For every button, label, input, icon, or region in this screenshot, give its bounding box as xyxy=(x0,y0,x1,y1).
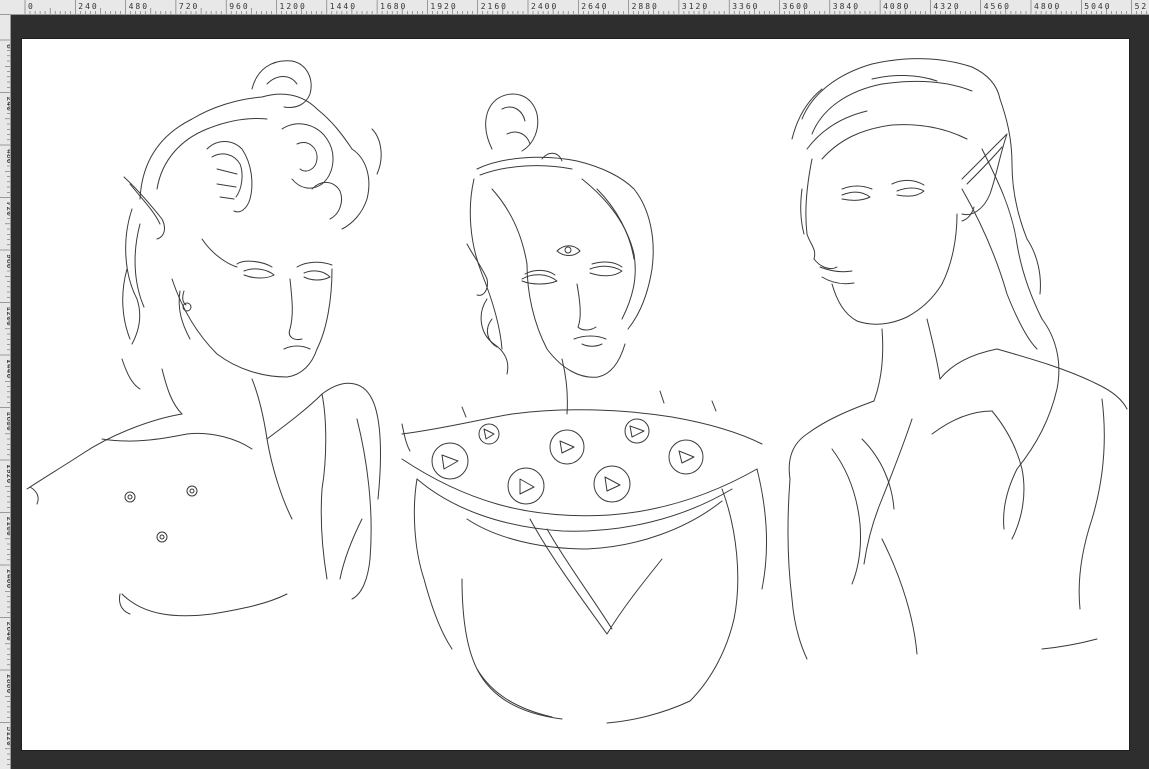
ruler-label: 960 xyxy=(229,2,249,11)
ruler-label: 3600 xyxy=(783,2,810,11)
ruler-label: 720 xyxy=(5,202,10,217)
ruler-label: 2880 xyxy=(632,2,659,11)
ruler-label: 4320 xyxy=(933,2,960,11)
left-figure-sketch xyxy=(26,60,382,617)
ruler-label: 240 xyxy=(5,97,10,112)
ruler-label: 3360 xyxy=(732,2,759,11)
ruler-label: 2160 xyxy=(5,517,10,536)
ruler-label: 0 xyxy=(5,44,10,49)
ruler-label: 1200 xyxy=(280,2,307,11)
ruler-label: 1200 xyxy=(5,307,10,326)
ruler-label: 2640 xyxy=(5,622,10,641)
ruler-label: 2160 xyxy=(481,2,508,11)
ruler-label: 4800 xyxy=(1034,2,1061,11)
ruler-label: 52 xyxy=(1135,2,1149,11)
ruler-label: 1920 xyxy=(430,2,457,11)
vertical-ruler-ticks: 0 240 480 720 960 1200 1440 1680 1920 2160 2400 264… xyxy=(0,39,10,765)
vertical-ruler[interactable]: 0 240 480 720 960 1200 1440 1680 1920 2160 2400 264… xyxy=(0,15,11,769)
ruler-label: 1920 xyxy=(5,464,10,483)
ruler-label: 2640 xyxy=(581,2,608,11)
ruler-label: 1680 xyxy=(5,412,10,431)
ruler-label: 480 xyxy=(5,149,10,164)
ruler-label: 0 xyxy=(28,2,35,11)
drawing-canvas[interactable] xyxy=(22,39,1129,750)
ruler-label: 3120 xyxy=(5,727,10,746)
middle-figure-sketch xyxy=(401,93,768,724)
ruler-label: 1680 xyxy=(380,2,407,11)
right-figure-sketch xyxy=(787,58,1128,660)
ruler-label: 960 xyxy=(5,254,10,269)
ruler-label: 1440 xyxy=(330,2,357,11)
ruler-label: 720 xyxy=(179,2,199,11)
ruler-label: 1440 xyxy=(5,359,10,378)
ruler-label: 3120 xyxy=(682,2,709,11)
ruler-label: 5040 xyxy=(1084,2,1111,11)
horizontal-ruler[interactable]: 0 240 480 720 960 1200 1440 1680 1920 2160 2400 264… xyxy=(0,0,1149,15)
ruler-label: 480 xyxy=(129,2,149,11)
ruler-label: 3840 xyxy=(833,2,860,11)
ruler-label: 2400 xyxy=(531,2,558,11)
ruler-label: 4080 xyxy=(883,2,910,11)
horizontal-ruler-ticks: 0 240 480 720 960 1200 1440 1680 1920 2160 2400 264… xyxy=(24,0,1149,14)
ruler-label: 4560 xyxy=(984,2,1011,11)
ruler-label: 2400 xyxy=(5,569,10,588)
ruler-label: 2880 xyxy=(5,674,10,693)
ruler-label: 240 xyxy=(78,2,98,11)
sketch-artwork xyxy=(26,58,1128,724)
